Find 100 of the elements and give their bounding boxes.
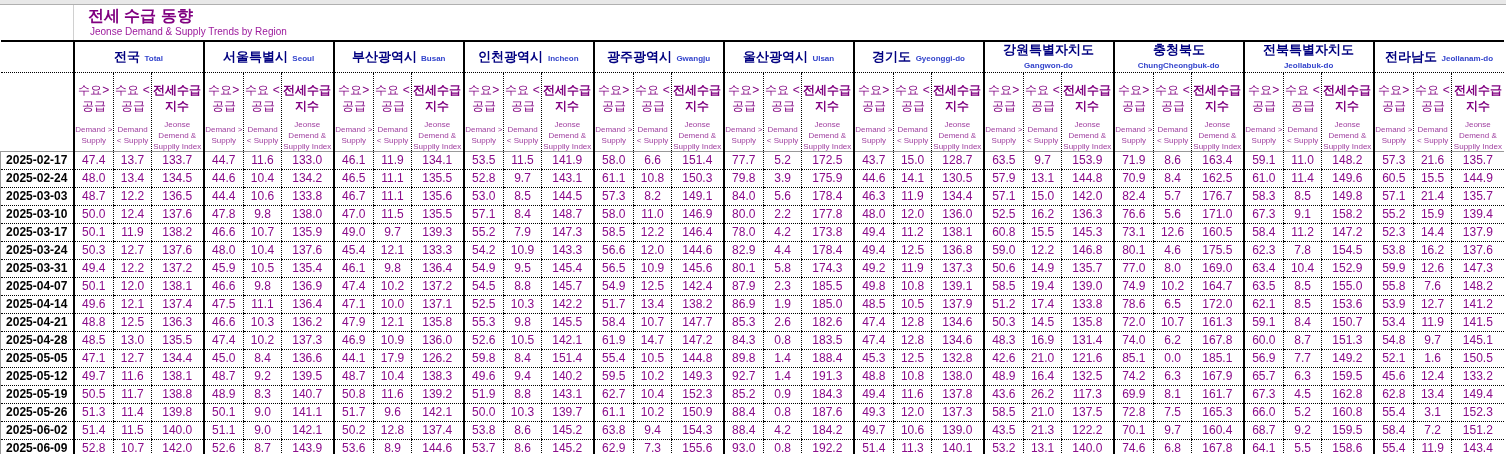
table-cell: 2.2 — [763, 205, 802, 224]
table-cell: 47.4 — [853, 331, 894, 350]
column-label: 수요> 공급 — [1377, 82, 1411, 114]
date-cell: 2025-04-07 — [0, 277, 74, 296]
table-cell: 144.8 — [671, 349, 724, 368]
table-cell: 175.9 — [801, 169, 854, 188]
date-cell: 2025-03-03 — [0, 187, 74, 206]
table-cell: 61.9 — [593, 331, 634, 350]
column-label: 전세수급 지수 — [282, 82, 333, 114]
table-cell: 84.3 — [723, 331, 764, 350]
table-cell: 44.4 — [203, 187, 244, 206]
table-cell: 139.1 — [931, 277, 984, 296]
table-cell: 7.2 — [1413, 421, 1452, 440]
table-cell: 48.3 — [983, 331, 1024, 350]
table-cell: 149.8 — [1321, 187, 1374, 206]
table-cell: 54.5 — [463, 277, 504, 296]
table-cell: 52.6 — [203, 439, 244, 454]
table-cell: 12.8 — [893, 313, 932, 332]
table-cell: 52.8 — [73, 439, 114, 454]
table-cell: 49.6 — [73, 295, 114, 314]
table-cell: 10.2 — [633, 403, 672, 422]
table-cell: 10.6 — [243, 187, 282, 206]
table-cell: 48.8 — [73, 313, 114, 332]
table-cell: 153.9 — [1061, 151, 1114, 170]
table-cell: 12.2 — [113, 187, 152, 206]
column-label: 수요 <공급 — [634, 82, 671, 114]
column-label-english: Jeonse Demend & Supplly Index — [672, 118, 723, 152]
table-cell: 63.4 — [1243, 259, 1284, 278]
table-cell: 0.0 — [1153, 349, 1192, 368]
table-cell: 48.0 — [73, 169, 114, 188]
table-cell: 55.8 — [1373, 277, 1414, 296]
table-cell: 11.9 — [893, 187, 932, 206]
table-cell: 15.9 — [1413, 205, 1452, 224]
table-cell: 8.1 — [1153, 385, 1192, 404]
column-label-english: Demand > Supply — [1374, 124, 1414, 146]
table-cell: 8.5 — [1283, 187, 1322, 206]
table-cell: 10.5 — [893, 295, 932, 314]
table-cell: 173.8 — [801, 223, 854, 242]
table-cell: 13.4 — [1413, 385, 1452, 404]
table-cell: 158.6 — [1321, 439, 1374, 454]
region-name-english: Seoul — [292, 54, 315, 63]
table-cell: 8.4 — [503, 205, 542, 224]
table-cell: 6.2 — [1153, 331, 1192, 350]
table-cell: 135.7 — [1451, 187, 1504, 206]
table-cell: 185.5 — [801, 277, 854, 296]
table-cell: 60.5 — [1373, 169, 1414, 188]
table-cell: 138.3 — [411, 367, 464, 386]
region-name-english: Gangwon-do — [1024, 61, 1073, 70]
table-cell: 135.8 — [411, 313, 464, 332]
table-cell: 146.4 — [671, 223, 724, 242]
table-cell: 51.1 — [203, 421, 244, 440]
region-name: 전북특별자치도 — [1263, 42, 1355, 57]
table-cell: 13.4 — [113, 169, 152, 188]
table-cell: 184.3 — [801, 385, 854, 404]
table-cell: 72.8 — [1113, 403, 1154, 422]
table-cell: 167.9 — [1191, 367, 1244, 386]
date-cell: 2025-04-28 — [0, 331, 74, 350]
table-cell: 10.4 — [633, 385, 672, 404]
table-cell: 48.9 — [203, 385, 244, 404]
table-cell: 47.5 — [203, 295, 244, 314]
table-cell: 185.0 — [801, 295, 854, 314]
table-cell: 48.7 — [73, 187, 114, 206]
table-cell: 55.2 — [1373, 205, 1414, 224]
table-cell: 139.2 — [411, 385, 464, 404]
table-cell: 147.2 — [671, 331, 724, 350]
table-cell: 10.0 — [373, 295, 412, 314]
table-cell: 154.3 — [671, 421, 724, 440]
table-cell: 62.9 — [593, 439, 634, 454]
table-cell: 144.6 — [671, 241, 724, 260]
table-cell: 143.9 — [281, 439, 334, 454]
table-cell: 145.4 — [541, 259, 594, 278]
region-name: 충청북도 — [1152, 42, 1205, 57]
table-cell: 178.4 — [801, 187, 854, 206]
table-cell: 17.9 — [373, 349, 412, 368]
table-cell: 171.0 — [1191, 205, 1244, 224]
table-cell: 134.6 — [931, 313, 984, 332]
table-cell: 8.5 — [1283, 277, 1322, 296]
table-cell: 85.1 — [1113, 349, 1154, 368]
table-cell: 137.6 — [151, 205, 204, 224]
table-cell: 147.2 — [1321, 223, 1374, 242]
column-label-english: Demand < Supply — [895, 124, 930, 146]
table-cell: 14.5 — [1023, 313, 1062, 332]
table-cell: 5.6 — [1153, 205, 1192, 224]
table-cell: 11.2 — [1283, 223, 1322, 242]
column-label: 전세수급 지수 — [152, 82, 203, 114]
table-cell: 13.1 — [1023, 169, 1062, 188]
table-cell: 137.3 — [281, 331, 334, 350]
table-cell: 11.0 — [1283, 151, 1322, 170]
table-cell: 136.4 — [281, 295, 334, 314]
table-cell: 172.0 — [1191, 295, 1244, 314]
date-cell: 2025-05-26 — [0, 403, 74, 422]
table-cell: 142.4 — [671, 277, 724, 296]
table-cell: 50.6 — [983, 259, 1024, 278]
table-cell: 8.4 — [1283, 313, 1322, 332]
table-cell: 145.1 — [1451, 331, 1504, 350]
table-cell: 141.9 — [541, 151, 594, 170]
column-label: 수요> 공급 — [1247, 82, 1281, 114]
table-cell: 11.9 — [1413, 313, 1452, 332]
table-cell: 10.6 — [893, 421, 932, 440]
column-label-english: Demand > Supply — [1244, 124, 1284, 146]
